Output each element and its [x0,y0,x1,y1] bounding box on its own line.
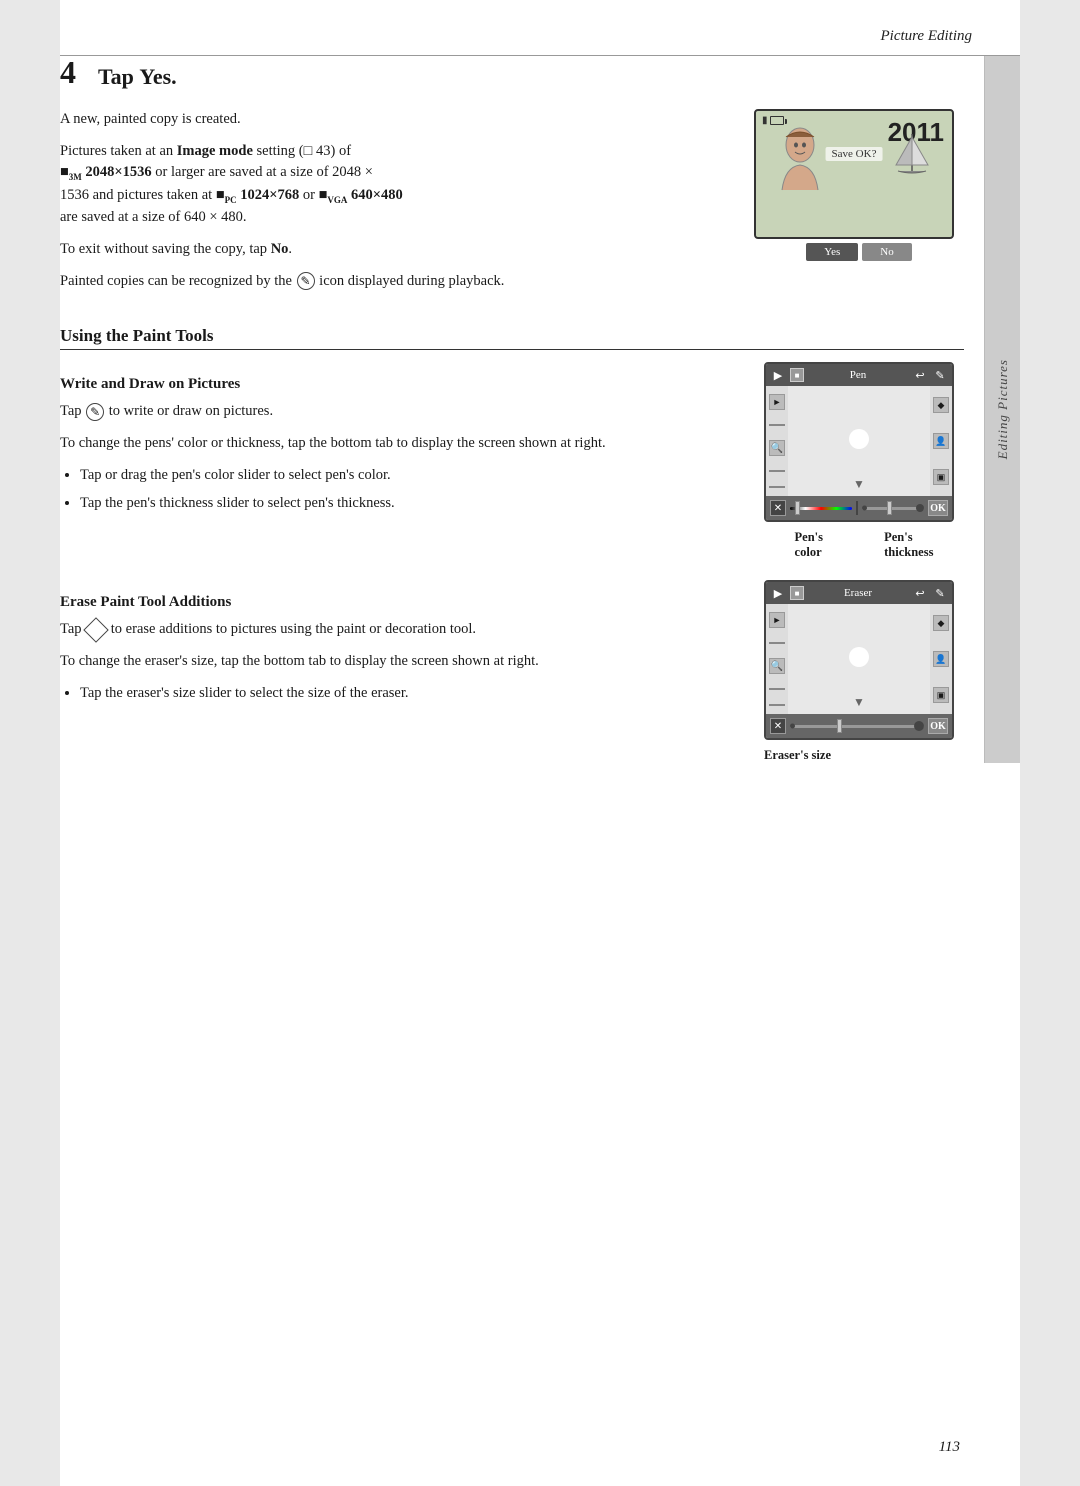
step-content: A new, painted copy is created. Pictures… [60,109,964,303]
person-icon: 👤 [933,433,949,449]
write-draw-text: Write and Draw on Pictures Tap ✎ to writ… [60,362,734,524]
page-header: Picture Editing [60,0,1020,56]
slider-divider [856,501,858,515]
eraser-cam-body: ► 🔍 ▼ [766,604,952,714]
pen-edit-icon-eraser: ✎ [932,585,948,601]
step-para-exit: To exit without saving the copy, tap No. [60,239,734,261]
page-number: 113 [939,1439,960,1456]
eraser-toolbar-label: Eraser [808,587,908,599]
pen-dot [849,429,869,449]
zoom-icon-eraser: 🔍 [769,658,785,674]
write-draw-title: Write and Draw on Pictures [60,376,734,393]
frame-icon: ▣ [933,469,949,485]
step-para-2: Pictures taken at an Image mode setting … [60,141,734,229]
pen-toolbar-label: Pen [808,369,908,381]
main-content: 4 Tap Yes. A new, painted copy is create… [60,56,984,763]
eraser-dot [849,647,869,667]
pen-edit-icon: ✎ [932,367,948,383]
pen-right-icons: ◆ 👤 ▣ [930,386,952,496]
step-4-section: 4 Tap Yes. A new, painted copy is create… [60,56,964,302]
play-left-icon: ► [769,394,785,410]
step-text: A new, painted copy is created. Pictures… [60,109,734,303]
diamond-icon-right-eraser: ◆ [933,615,949,631]
pen-main-area: ▼ [788,386,930,496]
undo-icon: ↩ [912,367,928,383]
step-para-1: A new, painted copy is created. [60,109,734,131]
no-button[interactable]: No [862,243,911,261]
header-title: Picture Editing [880,28,972,45]
write-draw-bullets: Tap or drag the pen's color slider to se… [80,465,734,515]
play-icon-eraser: ▶ [770,585,786,601]
erase-p2: To change the eraser's size, tap the bot… [60,651,734,673]
x-button-eraser[interactable]: ✕ [770,718,786,734]
thickness-slider[interactable] [862,501,924,515]
erase-title: Erase Paint Tool Additions [60,594,734,611]
sidebar-label: Editing Pictures [995,359,1011,459]
camera-buttons: Yes No [754,243,964,261]
play-icon: ▶ [770,367,786,383]
bullet-color: Tap or drag the pen's color slider to se… [80,465,734,487]
undo-icon-eraser: ↩ [912,585,928,601]
pen-labels: Pen'scolor Pen'sthickness [764,530,964,560]
diamond-icon-right: ◆ [933,397,949,413]
eraser-left-icons: ► 🔍 [766,604,788,714]
ok-button-pen[interactable]: OK [928,500,948,516]
erase-text: Erase Paint Tool Additions Tap to erase … [60,580,734,714]
diamond-icon-inline [83,617,108,642]
ok-button-eraser[interactable]: OK [928,718,948,734]
erase-bullets: Tap the eraser's size slider to select t… [80,683,734,705]
eraser-size-label: Eraser's size [764,748,964,763]
bullet-thickness: Tap the pen's thickness slider to select… [80,493,734,515]
step-title: Tap Yes. [98,56,177,93]
write-draw-section: Write and Draw on Pictures Tap ✎ to writ… [60,362,964,560]
portrait-image [770,125,830,195]
play-left-icon-eraser: ► [769,612,785,628]
frame-icon-eraser: ▣ [933,687,949,703]
person-icon-eraser: 👤 [933,651,949,667]
eraser-main-area: ▼ [788,604,930,714]
pen-icon-inline: ✎ [86,403,104,421]
eraser-right-icons: ◆ 👤 ▣ [930,604,952,714]
sidebar-tab: Editing Pictures [984,56,1020,763]
pen-bottom-row: ✕ [766,496,952,520]
step-header: 4 Tap Yes. [60,56,964,93]
color-slider[interactable] [790,501,852,515]
page: Picture Editing 4 Tap Yes. A new, painte… [60,0,1020,1486]
x-button[interactable]: ✕ [770,500,786,516]
pen-thickness-label: Pen'sthickness [884,530,933,560]
pen-screen-image: ▶ ■ Pen ↩ ✎ ► 🔍 [764,362,964,560]
battery-icon [770,116,784,125]
pen-color-label: Pen'scolor [795,530,823,560]
bullet-eraser-size: Tap the eraser's size slider to select t… [80,683,734,705]
eraser-bottom-row: ✕ OK [766,714,952,738]
pen-cam-body: ► 🔍 ▼ [766,386,952,496]
section-paint-title: Using the Paint Tools [60,326,964,350]
erase-section: Erase Paint Tool Additions Tap to erase … [60,580,964,763]
step-para-playback: Painted copies can be recognized by the … [60,271,734,293]
write-draw-p2: To change the pens' color or thickness, … [60,433,734,455]
size-slider[interactable] [790,719,924,733]
pen-camera-screen: ▶ ■ Pen ↩ ✎ ► 🔍 [764,362,954,522]
eraser-screen-image: ▶ ■ Eraser ↩ ✎ ► 🔍 [764,580,964,763]
eraser-toolbar: ▶ ■ Eraser ↩ ✎ [766,582,952,604]
pen-toolbar: ▶ ■ Pen ↩ ✎ [766,364,952,386]
zoom-icon: 🔍 [769,440,785,456]
save-ok-label: Save OK? [826,147,883,161]
yes-button[interactable]: Yes [806,243,858,261]
sailboat-image [892,129,932,179]
eraser-camera-screen: ▶ ■ Eraser ↩ ✎ ► 🔍 [764,580,954,740]
camera-screen-top: ▮ 2011 Save OK? [754,109,954,239]
camera-screen-area: ▮ 2011 Save OK? [754,109,964,261]
pen-icon: ✎ [297,272,315,290]
erase-p1: Tap to erase additions to pictures using… [60,619,734,641]
pen-left-icons: ► 🔍 [766,386,788,496]
step-number: 4 [60,56,88,88]
write-draw-p1: Tap ✎ to write or draw on pictures. [60,401,734,423]
